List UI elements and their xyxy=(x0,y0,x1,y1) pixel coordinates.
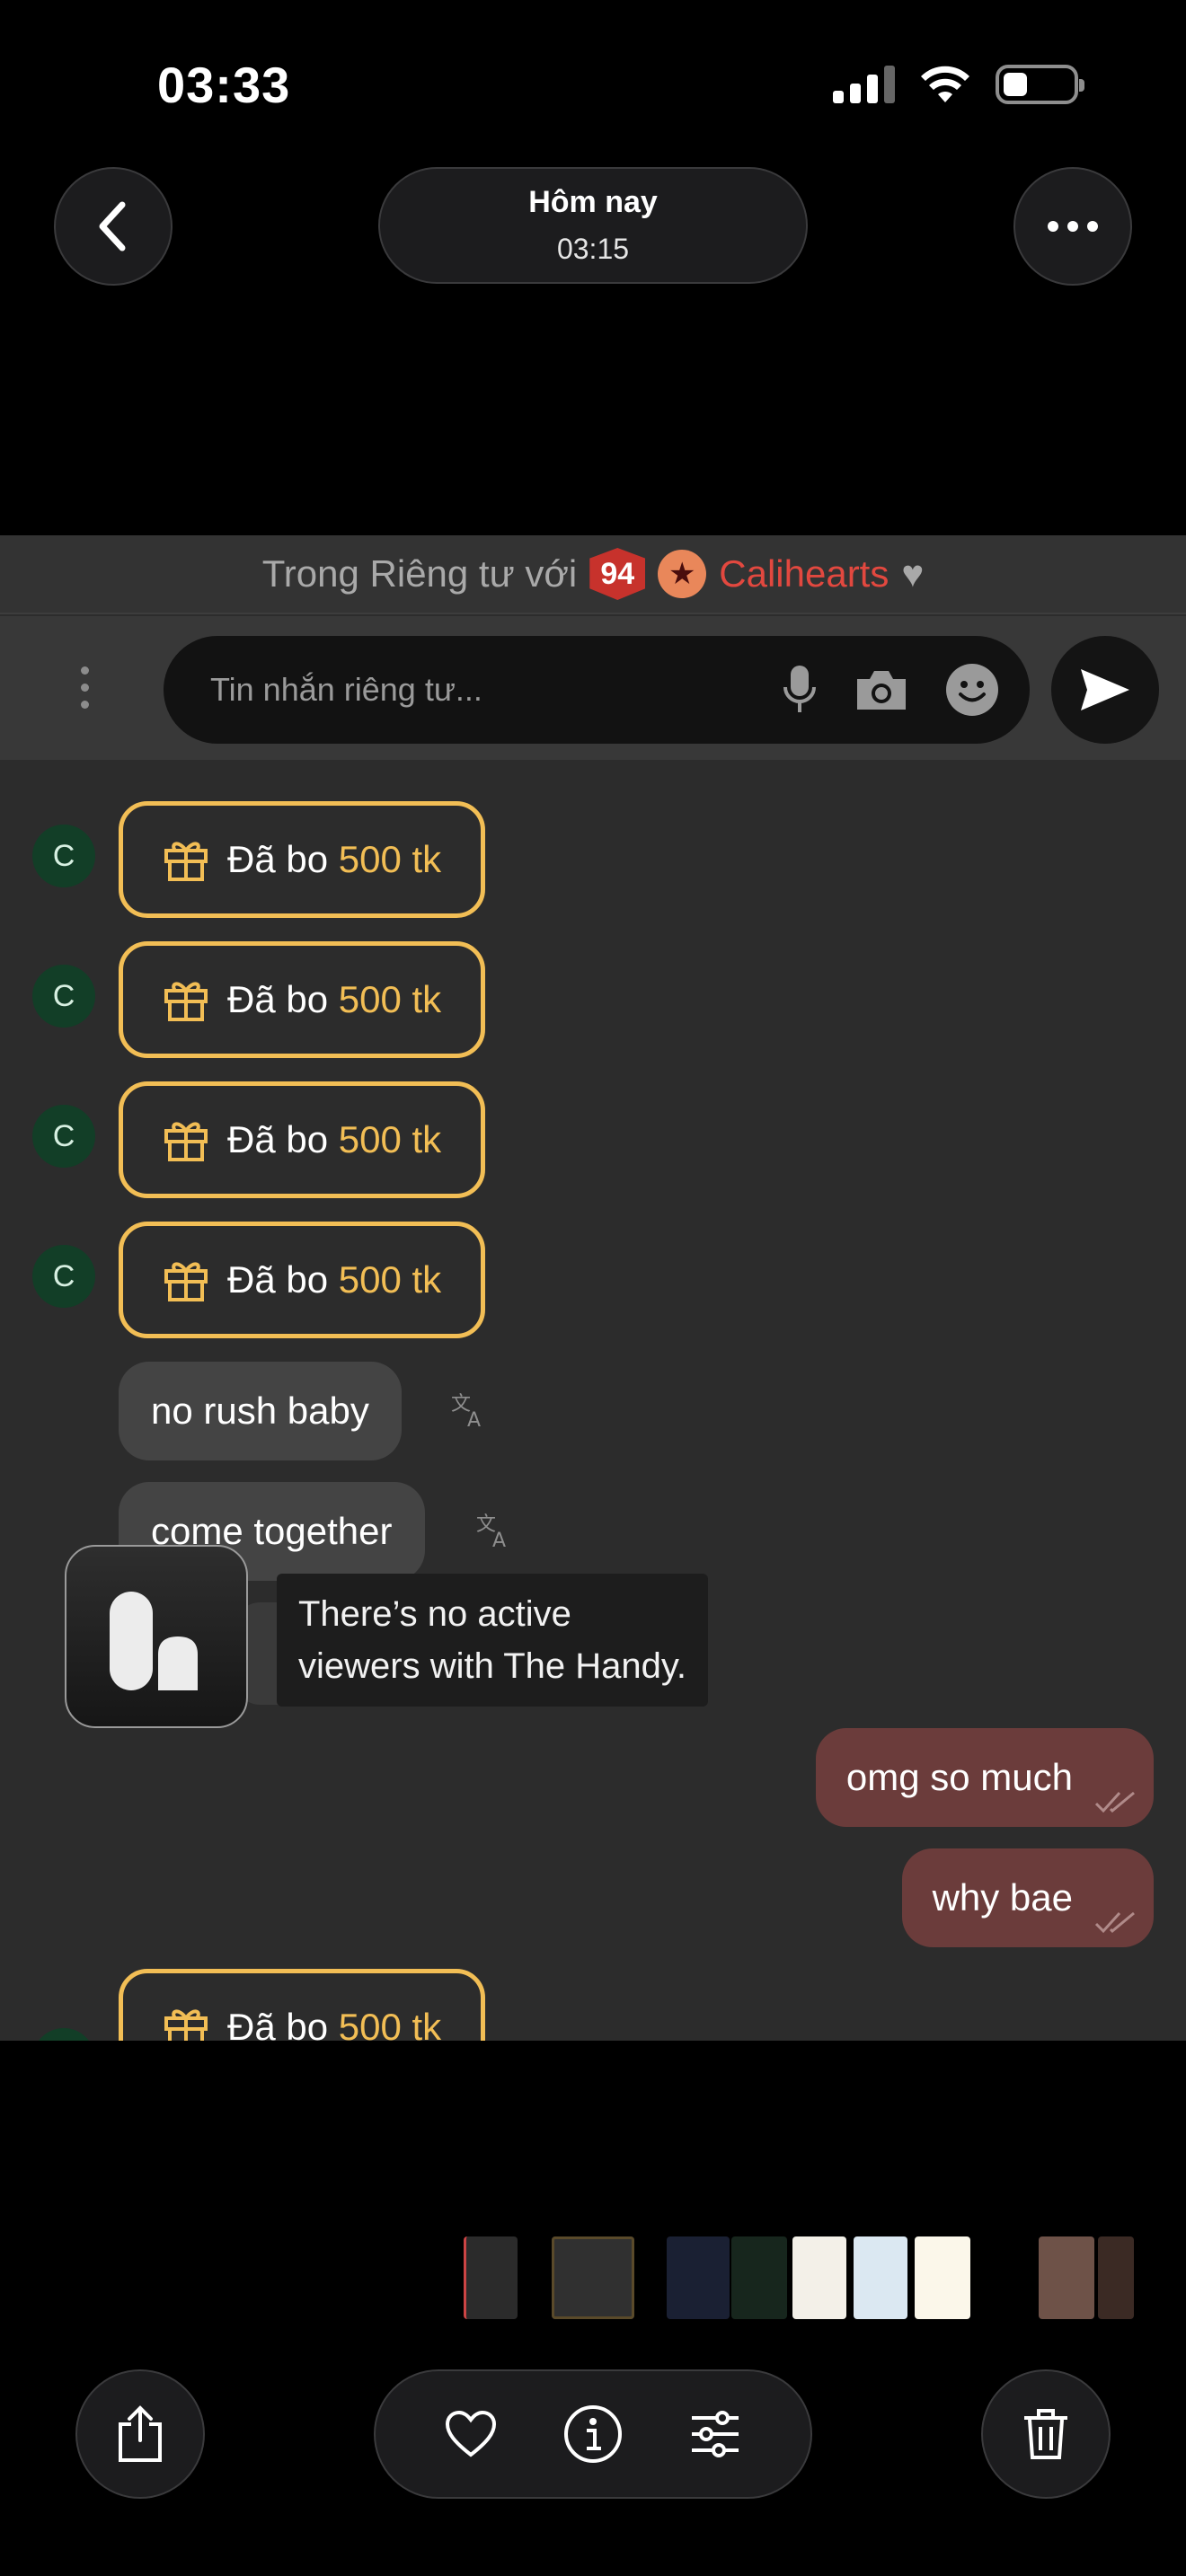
svg-text:A: A xyxy=(467,1409,481,1430)
handy-app-icon[interactable] xyxy=(65,1545,248,1728)
back-button[interactable] xyxy=(54,167,173,286)
thumbnail[interactable] xyxy=(1039,2236,1094,2319)
read-check-icon xyxy=(1094,1791,1135,1813)
read-check-icon xyxy=(1094,1911,1135,1934)
status-icons xyxy=(833,65,1084,104)
screenshot-image: Trong Riêng tư với 94 ★ Calihearts ♥ Tin… xyxy=(0,535,1186,2041)
thumbnail[interactable] xyxy=(667,2236,730,2319)
thumbnail[interactable] xyxy=(792,2236,846,2319)
delete-button[interactable] xyxy=(981,2369,1111,2499)
share-icon xyxy=(119,2405,162,2462)
trash-icon xyxy=(1024,2409,1067,2459)
send-icon xyxy=(1081,669,1129,710)
battery-icon xyxy=(996,65,1084,104)
adjust-icon[interactable] xyxy=(688,2409,742,2459)
avatar[interactable]: C xyxy=(32,965,95,1028)
handy-logo-icon xyxy=(110,1592,198,1690)
gift-message: Đã bo 500 tk xyxy=(119,1222,485,1338)
ellipsis-icon xyxy=(1048,221,1098,232)
avatar[interactable]: C xyxy=(32,1245,95,1308)
date-time: 03:15 xyxy=(556,233,630,265)
date-pill[interactable]: Hôm nay 03:15 xyxy=(378,167,808,284)
send-button[interactable] xyxy=(1051,636,1159,744)
gift-icon xyxy=(164,842,208,881)
action-pill xyxy=(374,2369,812,2499)
wifi-icon xyxy=(921,66,969,102)
info-icon[interactable] xyxy=(563,2404,623,2464)
avatar[interactable] xyxy=(32,2028,95,2041)
level-badge: 94 xyxy=(589,548,646,600)
incoming-message[interactable]: no rush baby xyxy=(119,1362,402,1460)
outgoing-message[interactable]: omg so much xyxy=(815,1728,1154,1827)
message-input-row: Tin nhắn riêng tư... xyxy=(0,616,1186,760)
gift-message: Đã bo 500 tk xyxy=(119,1081,485,1198)
gift-message: Đã bo 500 tk xyxy=(119,801,485,918)
gift-icon xyxy=(164,2009,208,2041)
thumbnail[interactable] xyxy=(731,2236,787,2319)
more-vertical-icon[interactable] xyxy=(81,666,89,709)
avatar[interactable]: C xyxy=(32,1105,95,1168)
chevron-left-icon xyxy=(99,201,126,251)
thumbnail[interactable] xyxy=(915,2236,970,2319)
avatar[interactable]: C xyxy=(32,825,95,887)
heart-small-icon: ♥ xyxy=(901,552,925,595)
thumbnail[interactable] xyxy=(854,2236,907,2319)
handy-tooltip: There’s no active viewers with The Handy… xyxy=(277,1574,709,1707)
svg-text:A: A xyxy=(492,1530,506,1550)
gift-icon xyxy=(164,982,208,1021)
gift-icon xyxy=(164,1262,208,1301)
gift-icon xyxy=(164,1122,208,1161)
input-placeholder: Tin nhắn riêng tư... xyxy=(210,671,482,708)
signal-icon xyxy=(833,66,895,103)
emoji-icon[interactable] xyxy=(945,663,999,717)
star-badge-icon: ★ xyxy=(658,550,707,598)
gift-message: Đã bo 500 tk xyxy=(119,941,485,1058)
private-chat-header: Trong Riêng tư với 94 ★ Calihearts ♥ xyxy=(0,535,1186,614)
translate-icon[interactable]: 文A xyxy=(449,1390,489,1438)
translate-icon[interactable]: 文A xyxy=(474,1511,514,1558)
thumbnail-strip[interactable] xyxy=(0,2236,1186,2323)
date-title: Hôm nay xyxy=(528,185,658,219)
thumbnail[interactable] xyxy=(552,2236,634,2319)
chat-messages: C Đã bo 500 tk C Đã bo 500 tk C Đã bo 50… xyxy=(0,762,1186,2041)
private-message-input[interactable]: Tin nhắn riêng tư... xyxy=(164,636,1030,744)
status-time: 03:33 xyxy=(157,57,291,113)
username: Calihearts xyxy=(719,552,890,595)
gift-message: Đã bo 500 tk xyxy=(119,1969,485,2041)
more-button[interactable] xyxy=(1013,167,1132,286)
heart-icon[interactable] xyxy=(444,2410,498,2458)
mic-icon[interactable] xyxy=(782,664,818,716)
private-prefix: Trong Riêng tư với xyxy=(261,552,578,595)
thumbnail[interactable] xyxy=(1098,2236,1134,2319)
outgoing-message[interactable]: why bae xyxy=(901,1848,1154,1947)
thumbnail[interactable] xyxy=(464,2236,518,2319)
share-button[interactable] xyxy=(75,2369,205,2499)
camera-icon[interactable] xyxy=(854,666,909,713)
